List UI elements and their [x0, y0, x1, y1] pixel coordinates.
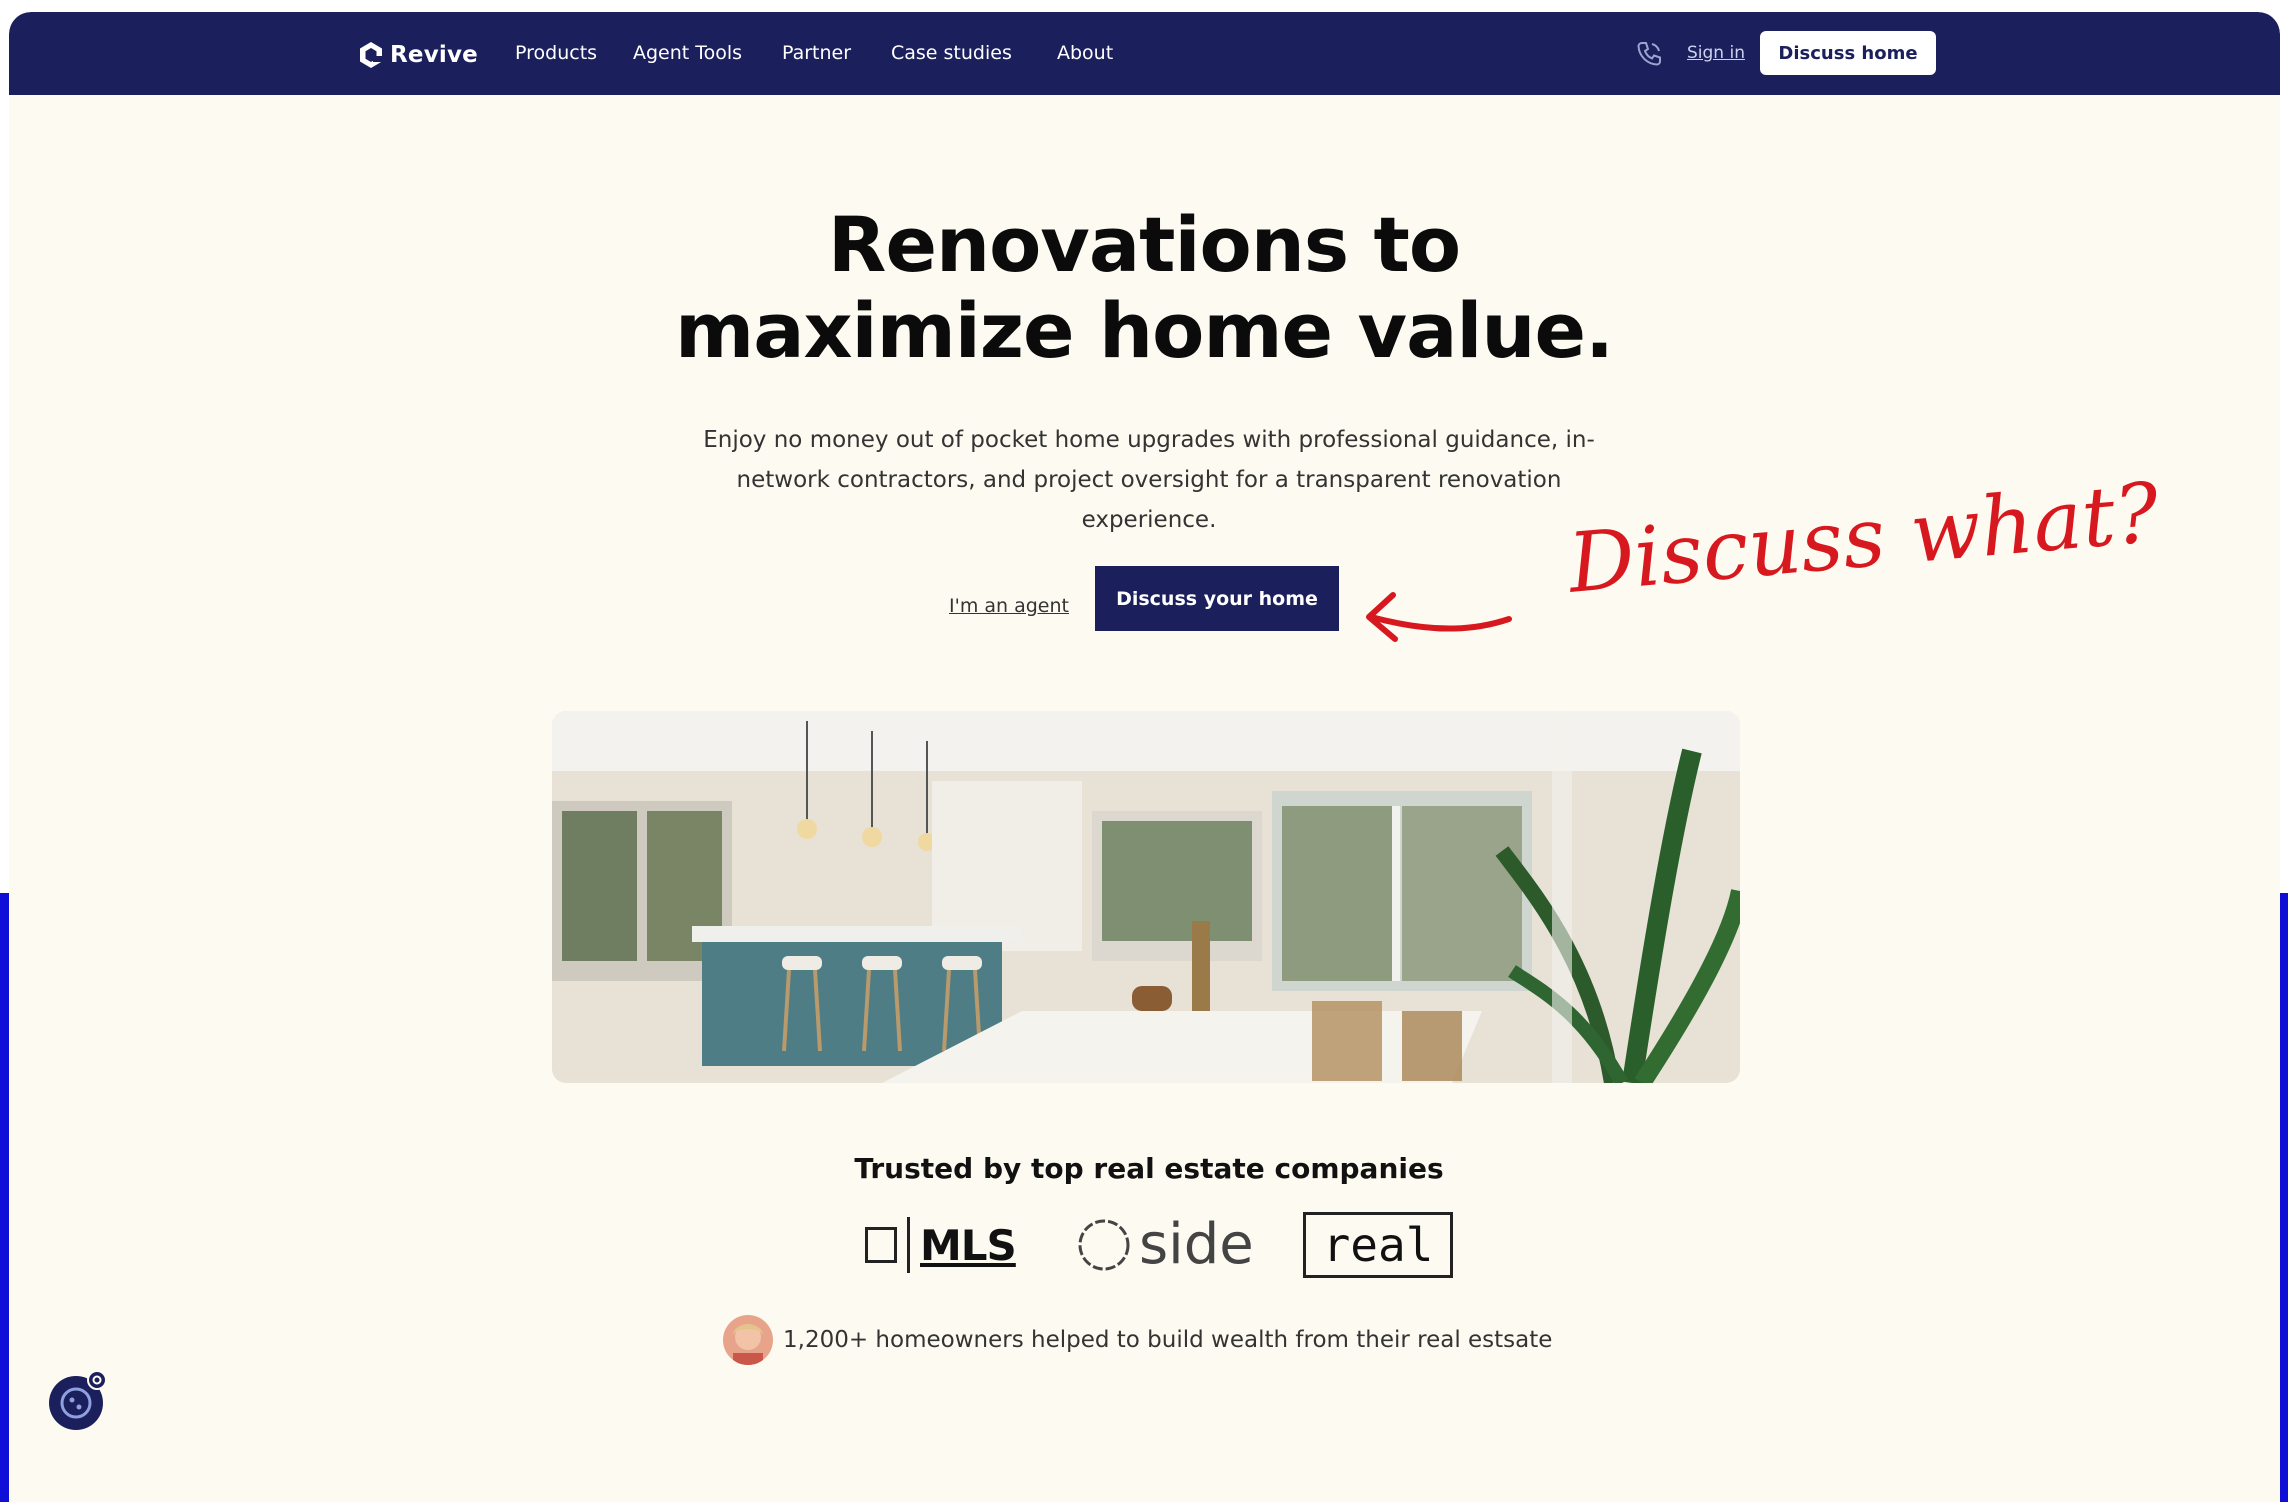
- annotation-text: Discuss what?: [1564, 465, 2163, 612]
- hero-title: Renovations to maximize home value.: [564, 202, 1724, 374]
- nav-item-products[interactable]: Products: [515, 42, 597, 64]
- sign-in-link[interactable]: Sign in: [1687, 43, 1745, 63]
- social-proof: 1,200+ homeowners helped to build wealth…: [723, 1315, 1552, 1365]
- nav-item-case-studies[interactable]: Case studies: [891, 42, 1012, 64]
- real-logo: real: [1303, 1212, 1453, 1278]
- side-logo: side: [1075, 1212, 1254, 1277]
- browser-page: Revive Products Agent Tools Partner Case…: [9, 12, 2280, 1502]
- side-logo-text: side: [1139, 1212, 1254, 1277]
- homeowner-avatar: [723, 1315, 773, 1365]
- discuss-home-button[interactable]: Discuss home: [1760, 31, 1936, 75]
- nav-item-about[interactable]: About: [1057, 42, 1113, 64]
- agent-link[interactable]: I'm an agent: [949, 595, 1069, 617]
- hero-subtitle: Enjoy no money out of pocket home upgrad…: [703, 427, 1595, 533]
- brand-logo[interactable]: Revive: [356, 39, 478, 71]
- top-navbar: Revive Products Agent Tools Partner Case…: [9, 12, 2280, 95]
- mls-logo-text: MLS: [920, 1220, 1017, 1270]
- hero-title-line-2: maximize home value.: [675, 286, 1614, 375]
- nav-item-agent-tools[interactable]: Agent Tools: [633, 42, 742, 64]
- phone-icon[interactable]: [1633, 38, 1665, 70]
- revive-logo-icon: [360, 42, 382, 68]
- mls-logo: MLS: [865, 1217, 1017, 1273]
- trusted-heading: Trusted by top real estate companies: [854, 1152, 1444, 1185]
- social-proof-text: 1,200+ homeowners helped to build wealth…: [783, 1327, 1553, 1353]
- side-ring-icon: [1078, 1219, 1130, 1270]
- kitchen-photo-illustration: [552, 711, 1740, 1083]
- discuss-your-home-button[interactable]: Discuss your home: [1095, 566, 1339, 631]
- realtor-r-icon: [865, 1227, 897, 1263]
- cookie-settings-icon[interactable]: [45, 1368, 111, 1434]
- annotation-arrow-icon: [1366, 592, 1512, 642]
- brand-name: Revive: [390, 42, 478, 68]
- hero-title-line-1: Renovations to: [827, 200, 1461, 289]
- nav-item-partner[interactable]: Partner: [782, 42, 851, 64]
- hero-kitchen-image: [552, 711, 1740, 1083]
